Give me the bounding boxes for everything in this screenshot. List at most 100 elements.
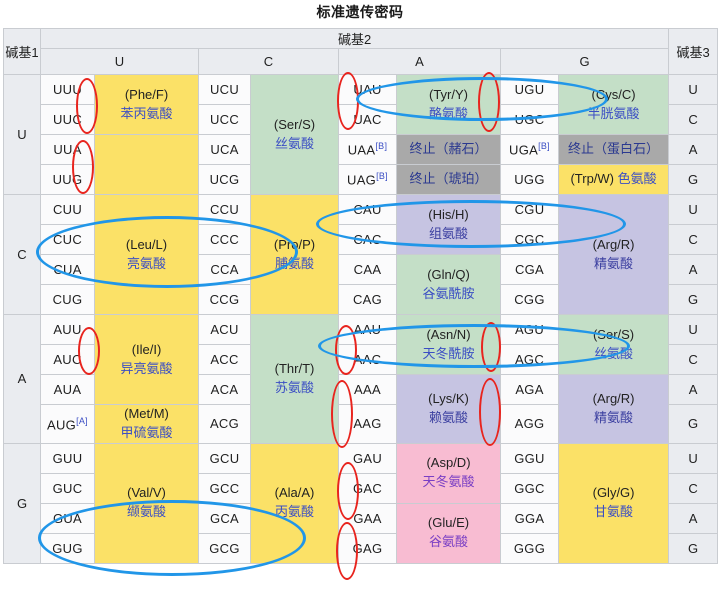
amino-acid-cell: (Pro/P) 脯氨酸 bbox=[250, 194, 339, 315]
codon-cell: GUG bbox=[40, 532, 95, 564]
amino-acid-abbr: (Ile/I) bbox=[131, 341, 162, 357]
amino-acid-name: 酪氨酸 bbox=[428, 105, 468, 121]
row-label-base1-g: G bbox=[3, 442, 41, 564]
amino-acid-abbr: (Arg/R) bbox=[592, 236, 635, 252]
amino-acid-abbr: (Tyr/Y) bbox=[429, 86, 468, 102]
codon-cell: ACA bbox=[198, 374, 251, 405]
codon-cell: CUA bbox=[40, 254, 95, 285]
codon-cell: UGG bbox=[500, 164, 559, 195]
amino-acid-abbr: (Trp/W) bbox=[570, 171, 615, 187]
row-label-base3-u: U bbox=[668, 314, 719, 345]
amino-acid-cell: (Val/V) 缬氨酸 bbox=[94, 442, 199, 564]
codon-cell: CUC bbox=[40, 224, 95, 255]
codon-cell: GCC bbox=[198, 472, 251, 504]
amino-acid-abbr: (Lys/K) bbox=[428, 391, 469, 406]
amino-acid-cell: 终止（琥珀） bbox=[396, 164, 501, 195]
amino-acid-abbr: (Ser/S) bbox=[592, 326, 635, 342]
codon-cell: GCG bbox=[198, 532, 251, 564]
row-label-base3-c: C bbox=[668, 104, 719, 135]
codon-cell: GGA bbox=[500, 502, 559, 534]
amino-acid-name: 终止（赭石） bbox=[409, 141, 488, 157]
amino-acid-abbr: (Asn/N) bbox=[426, 326, 471, 342]
codon-cell: UGA[B] bbox=[500, 134, 559, 165]
amino-acid-abbr: (Leu/L) bbox=[125, 236, 168, 252]
amino-acid-cell: (Asp/D) 天冬氨酸 bbox=[396, 442, 501, 504]
codon-cell: AAC bbox=[338, 344, 397, 375]
amino-acid-name: 天冬氨酸 bbox=[422, 474, 475, 490]
row-label-base3-g: G bbox=[668, 164, 719, 195]
table-row: UUA UCA UAA[B] 终止（赭石） UGA[B] 终止（蛋白石） A bbox=[4, 134, 719, 195]
row-label-base3-a: A bbox=[668, 502, 719, 534]
header-col-c: C bbox=[198, 48, 339, 75]
amino-acid-cell: (Phe/F) 苯丙氨酸 bbox=[94, 74, 199, 135]
genetic-code-figure: 标准遗传密码 碱基1 碱基2 碱基3 U C A G U UUU (Phe/F) 苯丙… bbox=[0, 0, 720, 590]
amino-acid-cell: (Thr/T) 苏氨酸 bbox=[250, 314, 339, 444]
row-label-base3-g: G bbox=[668, 532, 719, 564]
amino-acid-name: 精氨酸 bbox=[594, 409, 634, 425]
amino-acid-cell: (Ser/S) 丝氨酸 bbox=[557, 314, 670, 375]
header-base2: 碱基2 bbox=[39, 28, 670, 49]
row-label-base3-a: A bbox=[668, 134, 719, 165]
codon-cell: ACC bbox=[198, 344, 251, 375]
amino-acid-name: 异亮氨酸 bbox=[120, 360, 173, 376]
codon-cell: GGG bbox=[500, 532, 559, 564]
codon-cell: UGU bbox=[500, 74, 559, 105]
header-col-u: U bbox=[40, 48, 199, 75]
codon-cell: GAC bbox=[338, 472, 397, 504]
codon-cell: CUU bbox=[40, 194, 95, 225]
row-label-base3-u: U bbox=[668, 194, 719, 225]
amino-acid-cell bbox=[94, 134, 199, 195]
amino-acid-abbr: (Phe/F) bbox=[124, 86, 169, 102]
amino-acid-cell: (Trp/W) 色氨酸 bbox=[557, 164, 670, 195]
amino-acid-cell: (Gly/G) 甘氨酸 bbox=[557, 442, 670, 564]
codon-cell: UUA bbox=[40, 134, 95, 165]
amino-acid-name: 天冬酰胺 bbox=[422, 345, 475, 361]
codon-cell: AUG[A] bbox=[40, 404, 95, 444]
header-base1: 碱基1 bbox=[3, 28, 41, 75]
amino-acid-name: 亮氨酸 bbox=[126, 255, 166, 271]
header-col-a: A bbox=[338, 48, 501, 75]
row-label-base3-a: A bbox=[668, 254, 719, 285]
amino-acid-cell: (Tyr/Y) 酪氨酸 bbox=[396, 74, 501, 135]
codon-cell: CAG bbox=[338, 284, 397, 315]
header-col-g: G bbox=[499, 48, 670, 75]
codon-cell: CCU bbox=[198, 194, 251, 225]
row-label-base1-a: A bbox=[3, 314, 41, 444]
header-row-sub: U C A G bbox=[4, 48, 718, 75]
codon-cell: ACU bbox=[198, 314, 251, 345]
codon-cell: GAU bbox=[338, 442, 397, 474]
codon-cell: AAA bbox=[338, 374, 397, 405]
codon-cell: GUC bbox=[40, 472, 95, 504]
amino-acid-name: 组氨酸 bbox=[428, 225, 468, 241]
codon-cell: AUC bbox=[40, 344, 95, 375]
amino-acid-cell: (Gln/Q) 谷氨酰胺 bbox=[396, 254, 501, 315]
codon-cell: UUC bbox=[40, 104, 95, 135]
codon-cell: AGG bbox=[500, 404, 559, 444]
codon-cell: AUA bbox=[40, 374, 95, 405]
amino-acid-abbr: (Met/M) bbox=[124, 406, 169, 421]
codon-cell: CGA bbox=[500, 254, 559, 285]
codon-cell: GCA bbox=[198, 502, 251, 534]
codon-cell: CAU bbox=[338, 194, 397, 225]
amino-acid-cell: (Arg/R) 精氨酸 bbox=[557, 194, 670, 315]
page-title: 标准遗传密码 bbox=[316, 4, 404, 20]
amino-acid-abbr: (Val/V) bbox=[127, 485, 166, 501]
amino-acid-name: 终止（蛋白石） bbox=[568, 141, 660, 157]
codon-cell: GCU bbox=[198, 442, 251, 474]
amino-acid-name: 谷氨酰胺 bbox=[422, 285, 475, 301]
codon-cell: CGC bbox=[500, 224, 559, 255]
codon-cell: AGU bbox=[500, 314, 559, 345]
codon-cell: CUG bbox=[40, 284, 95, 315]
codon-cell: UCA bbox=[198, 134, 251, 165]
amino-acid-name: 终止（琥珀） bbox=[409, 171, 488, 187]
amino-acid-cell: (His/H) 组氨酸 bbox=[396, 194, 501, 255]
table-row: A AUU (Ile/I) 异亮氨酸 ACU (Thr/T) 苏氨酸 AAU (Asn/N) 天冬… bbox=[3, 314, 719, 444]
amino-acid-name: 赖氨酸 bbox=[428, 409, 468, 425]
amino-acid-cell: (Arg/R) 精氨酸 bbox=[557, 374, 670, 444]
codon-cell: ACG bbox=[198, 404, 251, 444]
amino-acid-abbr: (His/H) bbox=[428, 206, 469, 222]
codon-cell: CCC bbox=[198, 224, 251, 255]
amino-acid-abbr: (Cys/C) bbox=[591, 86, 636, 102]
amino-acid-abbr: (Asp/D) bbox=[426, 455, 471, 471]
amino-acid-abbr: (Arg/R) bbox=[592, 391, 635, 406]
